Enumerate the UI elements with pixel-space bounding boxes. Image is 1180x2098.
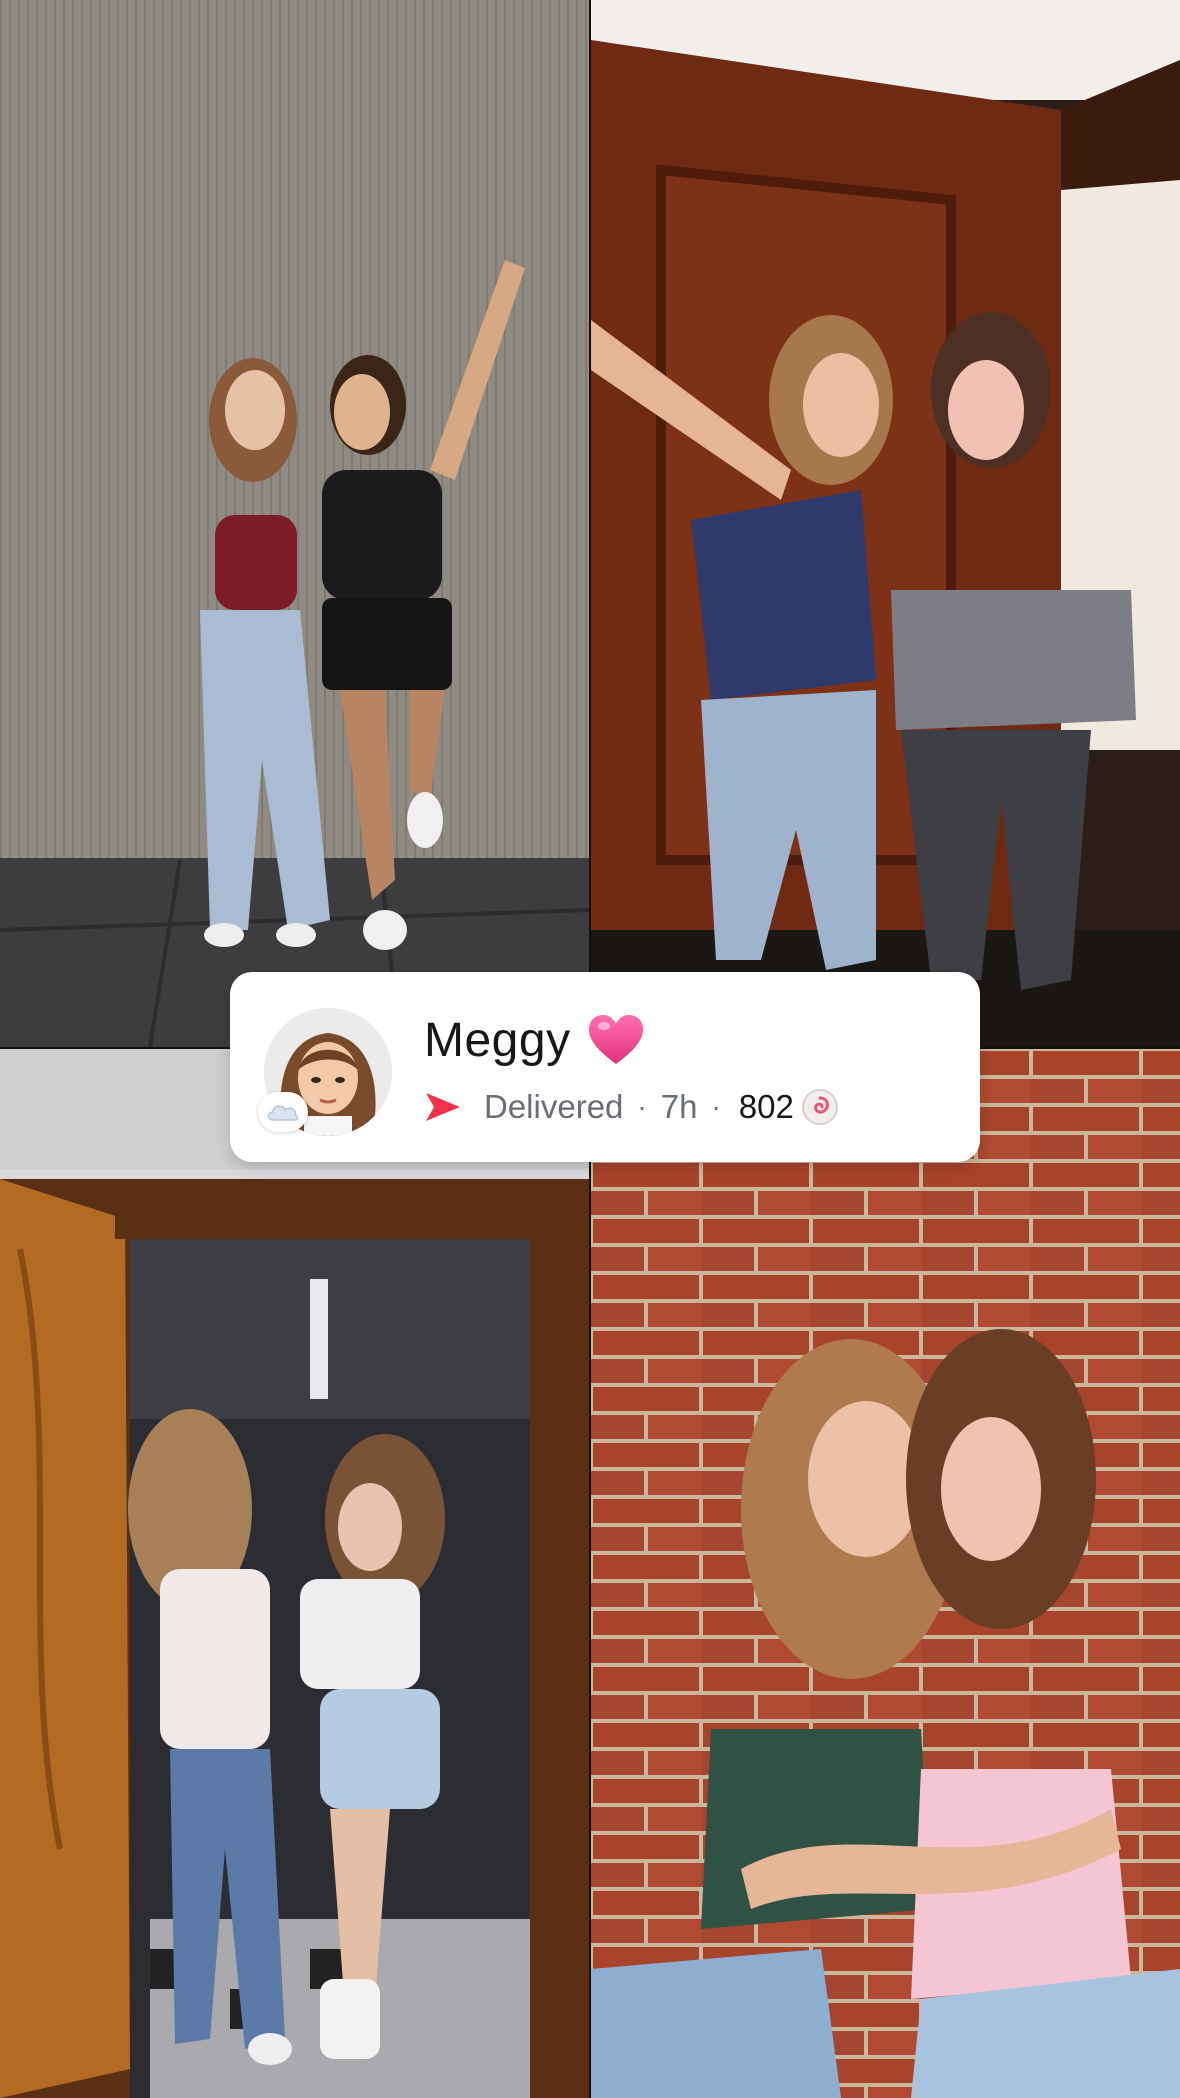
story-contact-card[interactable]: Meggy Delivered · 7h · 802 xyxy=(230,972,980,1162)
cloud-status-icon xyxy=(258,1092,308,1132)
delivery-status-row: Delivered · 7h · 802 xyxy=(424,1082,840,1132)
contact-name-row: Meggy xyxy=(424,1008,645,1072)
photo-bottom-right[interactable] xyxy=(591,1049,1180,2098)
photo-bottom-left[interactable] xyxy=(0,1049,589,2098)
photo-top-left[interactable] xyxy=(0,0,589,1047)
photo-top-right[interactable] xyxy=(591,0,1180,1047)
snap-score: 802 xyxy=(738,1088,794,1125)
separator-dot: · xyxy=(637,1091,647,1122)
avatar[interactable] xyxy=(258,992,392,1142)
delivery-status: Delivered xyxy=(484,1088,624,1125)
time-ago: 7h xyxy=(660,1088,698,1125)
snap-score-icon xyxy=(801,1089,838,1125)
pink-heart-icon xyxy=(588,1015,643,1064)
contact-name[interactable]: Meggy xyxy=(424,1013,571,1068)
separator-dot-2: · xyxy=(711,1091,721,1122)
red-snap-arrow-icon xyxy=(426,1093,460,1121)
